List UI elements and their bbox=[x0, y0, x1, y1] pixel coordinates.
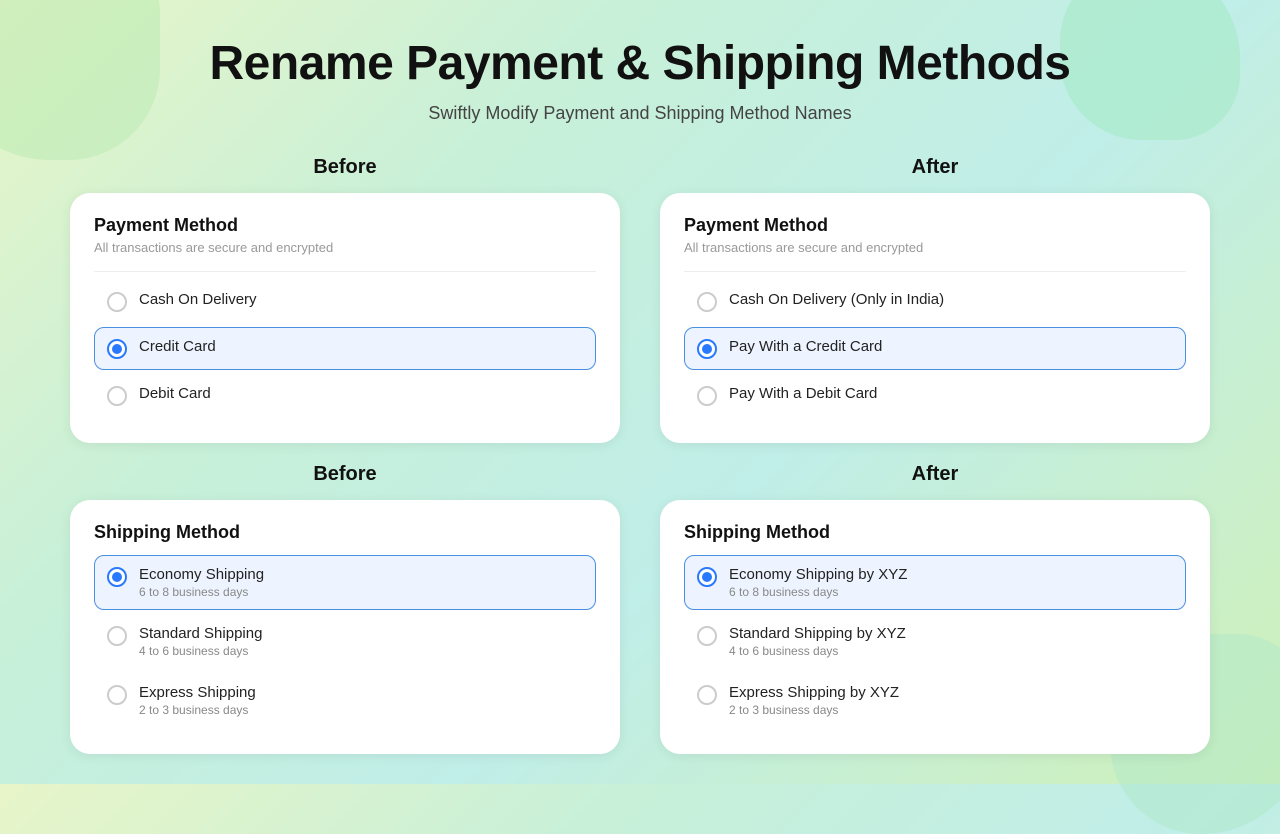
payment-before-card-title: Payment Method bbox=[94, 215, 596, 236]
radio-icon bbox=[697, 567, 717, 587]
radio-label: Pay With a Credit Card bbox=[729, 338, 882, 355]
radio-icon bbox=[107, 626, 127, 646]
radio-icon bbox=[697, 685, 717, 705]
radio-text-wrapper: Cash On Delivery (Only in India) bbox=[729, 291, 944, 308]
shipping-after-card: Shipping Method Economy Shipping by XYZ 6… bbox=[660, 500, 1210, 754]
page-subtitle: Swiftly Modify Payment and Shipping Meth… bbox=[428, 103, 851, 124]
radio-text-wrapper: Pay With a Credit Card bbox=[729, 338, 882, 355]
radio-text-wrapper: Economy Shipping by XYZ 6 to 8 business d… bbox=[729, 566, 907, 599]
radio-icon bbox=[107, 567, 127, 587]
shipping-before-col: Before Shipping Method Economy Shipping 6… bbox=[70, 463, 620, 754]
radio-icon bbox=[107, 685, 127, 705]
radio-icon bbox=[697, 339, 717, 359]
radio-label: Cash On Delivery (Only in India) bbox=[729, 291, 944, 308]
radio-label: Express Shipping bbox=[139, 684, 256, 701]
radio-text-wrapper: Express Shipping 2 to 3 business days bbox=[139, 684, 256, 717]
sections-wrapper: Before Payment Method All transactions a… bbox=[70, 156, 1210, 754]
radio-item[interactable]: Cash On Delivery bbox=[94, 280, 596, 323]
radio-label: Economy Shipping bbox=[139, 566, 264, 583]
radio-item[interactable]: Standard Shipping 4 to 6 business days bbox=[94, 614, 596, 669]
radio-icon bbox=[697, 386, 717, 406]
radio-sublabel: 6 to 8 business days bbox=[729, 585, 907, 599]
radio-text-wrapper: Pay With a Debit Card bbox=[729, 385, 877, 402]
payment-after-card: Payment Method All transactions are secu… bbox=[660, 193, 1210, 443]
shipping-section-row: Before Shipping Method Economy Shipping 6… bbox=[70, 463, 1210, 754]
radio-label: Cash On Delivery bbox=[139, 291, 257, 308]
radio-text-wrapper: Cash On Delivery bbox=[139, 291, 257, 308]
radio-item[interactable]: Pay With a Credit Card bbox=[684, 327, 1186, 370]
payment-section-row: Before Payment Method All transactions a… bbox=[70, 156, 1210, 443]
page-title: Rename Payment & Shipping Methods bbox=[210, 36, 1071, 91]
radio-label: Express Shipping by XYZ bbox=[729, 684, 899, 701]
payment-after-label: After bbox=[912, 156, 959, 179]
radio-item[interactable]: Cash On Delivery (Only in India) bbox=[684, 280, 1186, 323]
radio-item[interactable]: Economy Shipping 6 to 8 business days bbox=[94, 555, 596, 610]
radio-item[interactable]: Credit Card bbox=[94, 327, 596, 370]
radio-sublabel: 6 to 8 business days bbox=[139, 585, 264, 599]
shipping-after-label: After bbox=[912, 463, 959, 486]
shipping-after-col: After Shipping Method Economy Shipping b… bbox=[660, 463, 1210, 754]
radio-text-wrapper: Credit Card bbox=[139, 338, 216, 355]
page-container: Rename Payment & Shipping Methods Swiftl… bbox=[0, 0, 1280, 784]
shipping-before-card-title: Shipping Method bbox=[94, 522, 596, 543]
radio-sublabel: 4 to 6 business days bbox=[729, 644, 906, 658]
payment-before-options: Cash On Delivery Credit Card Debit Card bbox=[94, 280, 596, 417]
radio-text-wrapper: Economy Shipping 6 to 8 business days bbox=[139, 566, 264, 599]
radio-icon bbox=[107, 292, 127, 312]
radio-label: Credit Card bbox=[139, 338, 216, 355]
radio-text-wrapper: Express Shipping by XYZ 2 to 3 business d… bbox=[729, 684, 899, 717]
radio-item[interactable]: Economy Shipping by XYZ 6 to 8 business d… bbox=[684, 555, 1186, 610]
radio-item[interactable]: Pay With a Debit Card bbox=[684, 374, 1186, 417]
payment-before-col: Before Payment Method All transactions a… bbox=[70, 156, 620, 443]
radio-icon bbox=[697, 292, 717, 312]
payment-before-label: Before bbox=[313, 156, 376, 179]
shipping-after-options: Economy Shipping by XYZ 6 to 8 business d… bbox=[684, 555, 1186, 728]
payment-after-options: Cash On Delivery (Only in India) Pay With… bbox=[684, 280, 1186, 417]
payment-before-divider bbox=[94, 271, 596, 272]
radio-label: Standard Shipping bbox=[139, 625, 262, 642]
payment-after-col: After Payment Method All transactions ar… bbox=[660, 156, 1210, 443]
radio-icon bbox=[107, 339, 127, 359]
shipping-before-options: Economy Shipping 6 to 8 business days Stan… bbox=[94, 555, 596, 728]
radio-icon bbox=[697, 626, 717, 646]
radio-text-wrapper: Standard Shipping by XYZ 4 to 6 business … bbox=[729, 625, 906, 658]
radio-sublabel: 2 to 3 business days bbox=[139, 703, 256, 717]
radio-label: Standard Shipping by XYZ bbox=[729, 625, 906, 642]
payment-after-card-title: Payment Method bbox=[684, 215, 1186, 236]
shipping-after-card-title: Shipping Method bbox=[684, 522, 1186, 543]
payment-before-card-subtitle: All transactions are secure and encrypte… bbox=[94, 240, 596, 255]
radio-icon bbox=[107, 386, 127, 406]
radio-sublabel: 2 to 3 business days bbox=[729, 703, 899, 717]
radio-label: Debit Card bbox=[139, 385, 211, 402]
radio-label: Pay With a Debit Card bbox=[729, 385, 877, 402]
radio-sublabel: 4 to 6 business days bbox=[139, 644, 262, 658]
radio-text-wrapper: Debit Card bbox=[139, 385, 211, 402]
radio-text-wrapper: Standard Shipping 4 to 6 business days bbox=[139, 625, 262, 658]
payment-after-divider bbox=[684, 271, 1186, 272]
payment-after-card-subtitle: All transactions are secure and encrypte… bbox=[684, 240, 1186, 255]
radio-label: Economy Shipping by XYZ bbox=[729, 566, 907, 583]
shipping-before-label: Before bbox=[313, 463, 376, 486]
radio-item[interactable]: Standard Shipping by XYZ 4 to 6 business … bbox=[684, 614, 1186, 669]
radio-item[interactable]: Debit Card bbox=[94, 374, 596, 417]
shipping-before-card: Shipping Method Economy Shipping 6 to 8 b… bbox=[70, 500, 620, 754]
payment-before-card: Payment Method All transactions are secu… bbox=[70, 193, 620, 443]
